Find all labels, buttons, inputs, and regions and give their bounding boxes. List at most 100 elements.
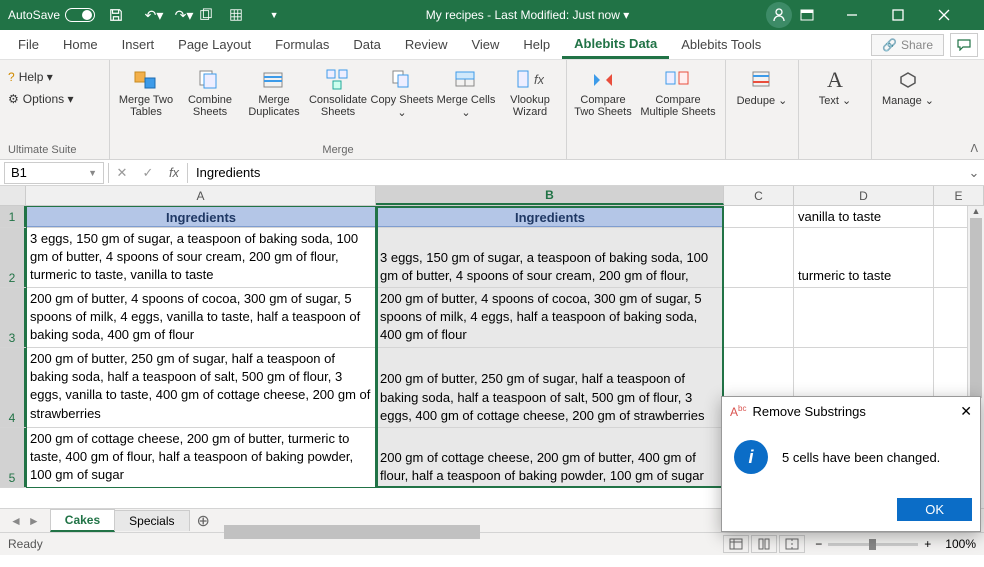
cell[interactable]: 3 eggs, 150 gm of sugar, a teaspoon of b… xyxy=(376,228,724,287)
normal-view-icon[interactable] xyxy=(723,535,749,553)
options-button[interactable]: ⚙Options ▾ xyxy=(6,88,103,110)
view-buttons xyxy=(723,535,805,553)
quick-access-toolbar: ↶▾ ↷▾ ▼ xyxy=(109,0,289,30)
sheet-prev-icon[interactable]: ◄ xyxy=(10,514,22,528)
compare-two-sheets-button[interactable]: Compare Two Sheets xyxy=(571,64,635,120)
qat-sheets-icon[interactable] xyxy=(199,0,229,30)
cell[interactable]: 3 eggs, 150 gm of sugar, a teaspoon of b… xyxy=(26,228,376,287)
cell[interactable]: 200 gm of cottage cheese, 200 gm of butt… xyxy=(376,428,724,487)
cell-d1[interactable]: vanilla to taste xyxy=(794,206,934,227)
col-header-c[interactable]: C xyxy=(724,186,794,205)
svg-text:fx: fx xyxy=(534,72,544,87)
tab-formulas[interactable]: Formulas xyxy=(263,31,341,58)
manage-button[interactable]: Manage ⌄ xyxy=(876,64,940,109)
collapse-ribbon-icon[interactable]: ᐱ xyxy=(970,142,978,155)
user-avatar-icon[interactable] xyxy=(766,2,792,28)
consolidate-sheets-button[interactable]: Consolidate Sheets xyxy=(306,64,370,121)
formula-input[interactable] xyxy=(188,162,964,184)
share-button[interactable]: 🔗Share xyxy=(871,34,944,56)
info-icon: i xyxy=(734,440,768,474)
tab-review[interactable]: Review xyxy=(393,31,460,58)
cell[interactable] xyxy=(794,288,934,347)
cell[interactable]: 200 gm of butter, 250 gm of sugar, half … xyxy=(26,348,376,427)
add-sheet-icon[interactable]: ⊕ xyxy=(189,511,218,531)
gear-icon: ⚙ xyxy=(8,92,19,106)
cell-a1[interactable]: Ingredients xyxy=(26,206,376,227)
zoom-out-icon[interactable]: − xyxy=(815,537,822,551)
tab-file[interactable]: File xyxy=(6,31,51,58)
help-icon: ? xyxy=(8,70,15,84)
zoom-level[interactable]: 100% xyxy=(945,537,976,551)
cell-c1[interactable] xyxy=(724,206,794,227)
col-header-e[interactable]: E xyxy=(934,186,984,205)
tab-view[interactable]: View xyxy=(459,31,511,58)
tab-page-layout[interactable]: Page Layout xyxy=(166,31,263,58)
ok-button[interactable]: OK xyxy=(897,498,972,521)
row-header[interactable]: 3 xyxy=(0,288,26,347)
name-box[interactable]: B1▼ xyxy=(4,162,104,184)
cell[interactable] xyxy=(724,288,794,347)
cell[interactable]: turmeric to taste xyxy=(794,228,934,287)
redo-icon[interactable]: ↷▾ xyxy=(169,0,199,30)
minimize-icon[interactable] xyxy=(846,0,892,30)
close-icon[interactable] xyxy=(938,0,984,30)
toggle-switch-icon xyxy=(65,8,95,22)
qat-dropdown-icon[interactable]: ▼ xyxy=(259,0,289,30)
copy-icon xyxy=(386,66,418,94)
text-button[interactable]: AText ⌄ xyxy=(803,64,867,109)
table-row: 1 Ingredients Ingredients vanilla to tas… xyxy=(0,206,984,228)
select-all-corner[interactable] xyxy=(0,186,26,205)
sheet-next-icon[interactable]: ► xyxy=(28,514,40,528)
row-header[interactable]: 5 xyxy=(0,428,26,487)
zoom-slider[interactable] xyxy=(828,543,918,546)
col-header-d[interactable]: D xyxy=(794,186,934,205)
dedupe-button[interactable]: Dedupe ⌄ xyxy=(730,64,794,109)
zoom-in-icon[interactable]: + xyxy=(924,537,931,551)
sheet-tab-specials[interactable]: Specials xyxy=(114,510,189,531)
enter-formula-icon[interactable]: ✓ xyxy=(135,162,161,184)
ribbon-merge-group: Merge Two Tables Combine Sheets Merge Du… xyxy=(110,60,567,159)
tab-help[interactable]: Help xyxy=(511,31,562,58)
puzzle-icon xyxy=(130,66,162,94)
col-header-b[interactable]: B xyxy=(376,186,724,205)
fx-icon[interactable]: fx xyxy=(161,162,187,184)
save-icon[interactable] xyxy=(109,0,139,30)
copy-sheets-button[interactable]: Copy Sheets ⌄ xyxy=(370,64,434,121)
dialog-close-icon[interactable]: ✕ xyxy=(960,403,972,420)
col-header-a[interactable]: A xyxy=(26,186,376,205)
vlookup-wizard-button[interactable]: fxVlookup Wizard xyxy=(498,64,562,121)
maximize-icon[interactable] xyxy=(892,0,938,30)
tab-ablebits-tools[interactable]: Ablebits Tools xyxy=(669,31,773,58)
ribbon-display-icon[interactable] xyxy=(800,0,846,30)
tab-insert[interactable]: Insert xyxy=(110,31,167,58)
row-header[interactable]: 1 xyxy=(0,206,26,227)
combine-sheets-button[interactable]: Combine Sheets xyxy=(178,64,242,121)
page-layout-icon[interactable] xyxy=(751,535,777,553)
cell[interactable] xyxy=(724,228,794,287)
compare-multiple-sheets-button[interactable]: Compare Multiple Sheets xyxy=(635,64,721,120)
merge-cells-button[interactable]: Merge Cells ⌄ xyxy=(434,64,498,121)
page-break-icon[interactable] xyxy=(779,535,805,553)
sheet-tab-cakes[interactable]: Cakes xyxy=(50,509,115,532)
cell-b1[interactable]: Ingredients xyxy=(376,206,724,227)
tab-data[interactable]: Data xyxy=(341,31,392,58)
autosave-toggle[interactable]: AutoSave xyxy=(0,8,103,22)
tab-ablebits-data[interactable]: Ablebits Data xyxy=(562,30,669,59)
scrollbar-thumb[interactable] xyxy=(970,218,982,398)
cell[interactable]: 200 gm of butter, 4 spoons of cocoa, 300… xyxy=(376,288,724,347)
cell[interactable]: 200 gm of butter, 250 gm of sugar, half … xyxy=(376,348,724,427)
help-button[interactable]: ?Help ▾ xyxy=(6,66,103,88)
cell[interactable]: 200 gm of butter, 4 spoons of cocoa, 300… xyxy=(26,288,376,347)
row-header[interactable]: 2 xyxy=(0,228,26,287)
undo-icon[interactable]: ↶▾ xyxy=(139,0,169,30)
cancel-formula-icon[interactable]: ✕ xyxy=(109,162,135,184)
merge-duplicates-button[interactable]: Merge Duplicates xyxy=(242,64,306,121)
expand-formula-icon[interactable]: ⌄ xyxy=(964,165,984,181)
tab-home[interactable]: Home xyxy=(51,31,110,58)
cell[interactable]: 200 gm of cottage cheese, 200 gm of butt… xyxy=(26,428,376,487)
consolidate-icon xyxy=(322,66,354,94)
merge-two-tables-button[interactable]: Merge Two Tables xyxy=(114,64,178,121)
comments-icon[interactable] xyxy=(950,33,978,57)
qat-table-icon[interactable] xyxy=(229,0,259,30)
row-header[interactable]: 4 xyxy=(0,348,26,427)
